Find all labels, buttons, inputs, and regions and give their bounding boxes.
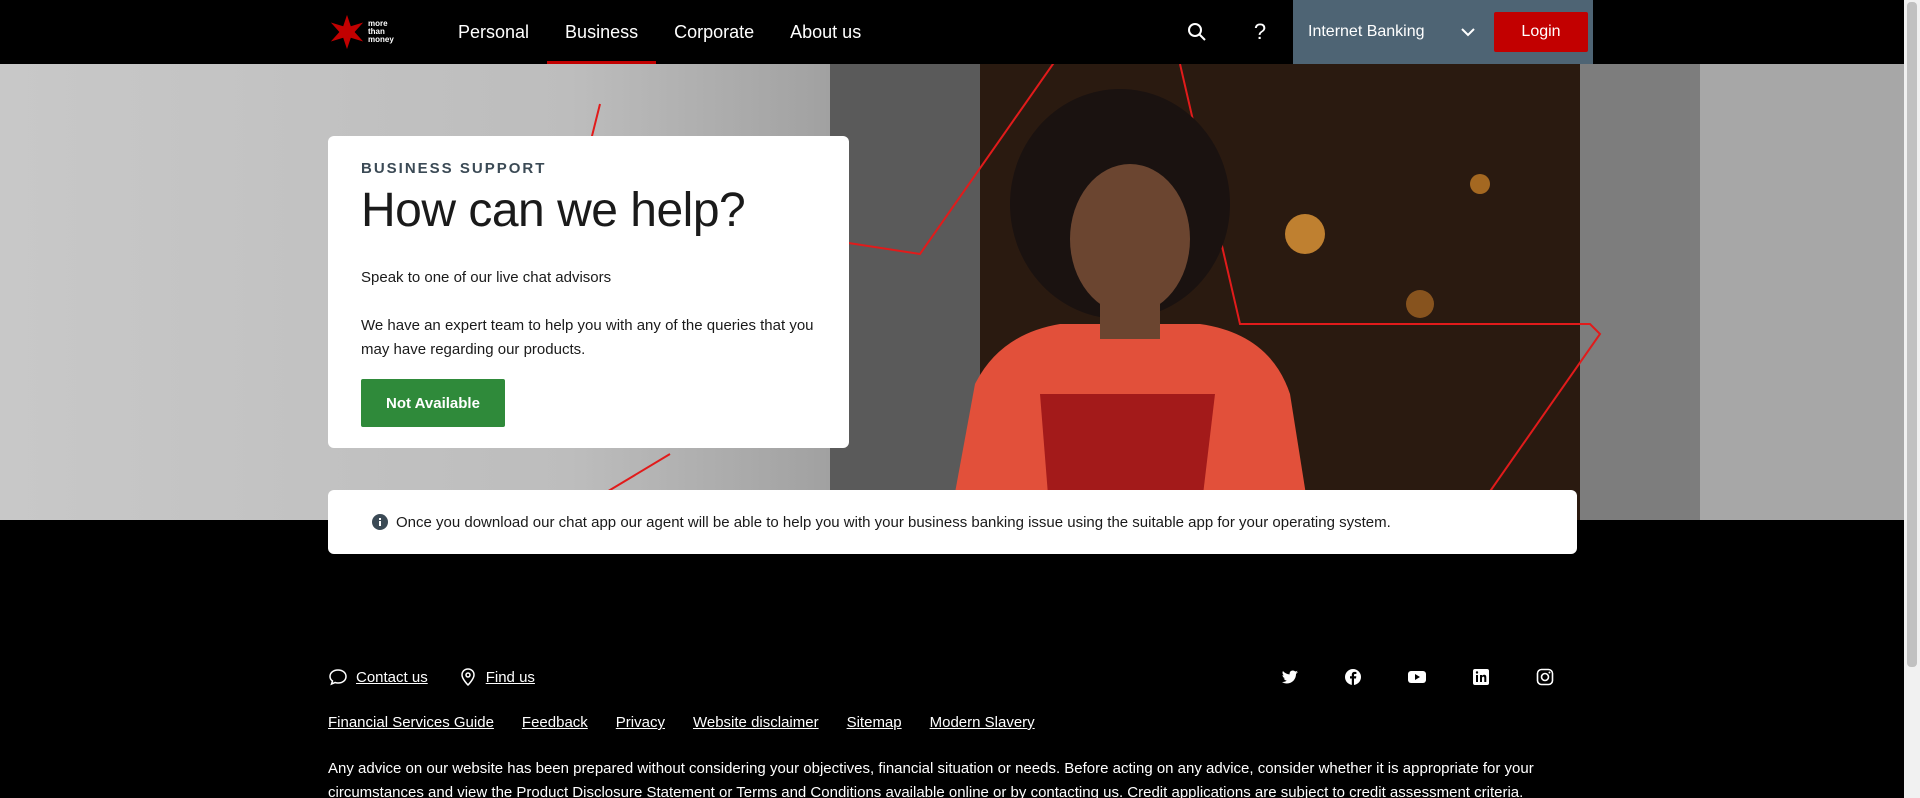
logo-tagline: more than money [368, 19, 394, 44]
find-us-link[interactable]: Find us [486, 669, 535, 686]
support-card: BUSINESS SUPPORT How can we help? Speak … [328, 136, 849, 448]
chat-not-available-button[interactable]: Not Available [361, 379, 505, 427]
nav-corporate[interactable]: Corporate [656, 0, 772, 64]
footer-link-sitemap[interactable]: Sitemap [847, 714, 902, 731]
card-body: We have an expert team to help you with … [361, 317, 814, 358]
help-icon[interactable]: ? [1246, 18, 1274, 46]
card-eyebrow: BUSINESS SUPPORT [361, 160, 547, 177]
footer-link-feedback[interactable]: Feedback [522, 714, 588, 731]
footer-link-disclaimer[interactable]: Website disclaimer [693, 714, 819, 731]
location-pin-icon [460, 668, 475, 687]
nav-about-us[interactable]: About us [772, 0, 879, 64]
search-icon[interactable] [1183, 18, 1211, 46]
nav-business[interactable]: Business [547, 0, 657, 64]
facebook-icon[interactable] [1343, 667, 1363, 687]
scrollbar-thumb[interactable] [1907, 2, 1917, 667]
login-button[interactable]: Login [1494, 12, 1588, 52]
top-navigation: more than money Personal Business Corpor… [0, 0, 1904, 64]
nav-personal[interactable]: Personal [440, 0, 547, 64]
contact-us-link[interactable]: Contact us [356, 669, 428, 686]
chat-bubble-icon [329, 669, 347, 686]
youtube-icon[interactable] [1407, 667, 1427, 687]
page-title: How can we help? [361, 184, 746, 237]
card-intro: Speak to one of our live chat advisors [361, 269, 612, 286]
linkedin-icon[interactable] [1471, 667, 1491, 687]
internet-banking-label: Internet Banking [1308, 23, 1425, 40]
nab-logo[interactable]: more than money [328, 13, 408, 51]
footer-disclaimer: Any advice on our website has been prepa… [328, 760, 1534, 798]
footer-contact-row: Contact us Find us [328, 666, 535, 688]
twitter-icon[interactable] [1280, 667, 1300, 687]
hero-banner: BUSINESS SUPPORT How can we help? Speak … [0, 64, 1904, 520]
hero-photo-woman [559, 64, 1904, 520]
footer-link-privacy[interactable]: Privacy [616, 714, 665, 731]
footer-link-fsg[interactable]: Financial Services Guide [328, 714, 494, 731]
info-text: Once you download our chat app our agent… [396, 513, 1391, 531]
footer-links: Financial Services Guide Feedback Privac… [328, 714, 1035, 731]
info-icon [372, 514, 388, 530]
primary-nav: Personal Business Corporate About us [440, 0, 879, 64]
star-logo-icon [330, 14, 364, 50]
info-bar: Once you download our chat app our agent… [328, 490, 1577, 554]
footer-link-modern-slavery[interactable]: Modern Slavery [930, 714, 1035, 731]
chevron-down-icon [1461, 28, 1475, 37]
instagram-icon[interactable] [1535, 667, 1555, 687]
